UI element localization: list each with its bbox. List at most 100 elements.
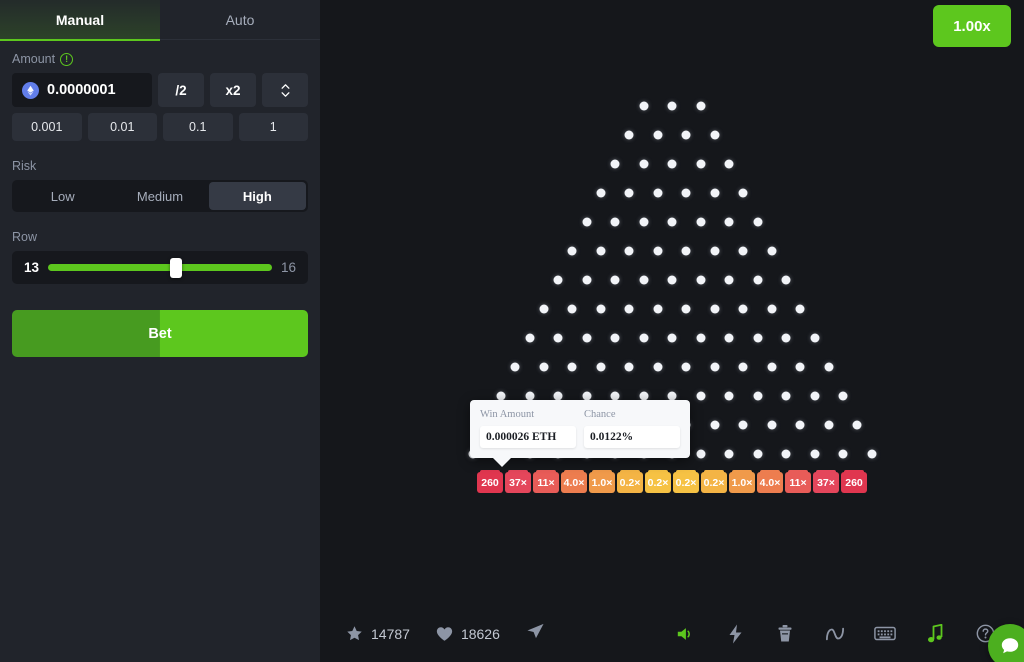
- peg: [795, 304, 805, 314]
- likes-stat[interactable]: 18626: [436, 626, 500, 642]
- peg: [553, 275, 563, 285]
- row-slider-handle[interactable]: [169, 257, 182, 278]
- amount-double-button[interactable]: x2: [210, 73, 256, 107]
- chat-bubble-icon[interactable]: [988, 624, 1024, 662]
- multiplier-bucket[interactable]: 37×: [813, 470, 839, 493]
- peg: [696, 275, 705, 285]
- plinko-board[interactable]: [320, 0, 1024, 608]
- peg: [596, 246, 606, 256]
- peg: [610, 275, 620, 285]
- risk-option-low[interactable]: Low: [14, 182, 111, 210]
- chevron-up-icon: [280, 83, 289, 89]
- peg: [624, 362, 634, 372]
- peg: [567, 246, 577, 256]
- multiplier-bucket[interactable]: 11×: [533, 470, 559, 493]
- sound-icon[interactable]: [660, 614, 710, 654]
- peg: [753, 275, 762, 285]
- multiplier-bucket[interactable]: 1.0×: [589, 470, 615, 493]
- peg: [781, 391, 791, 401]
- peg: [710, 420, 720, 430]
- amount-halve-button[interactable]: /2: [158, 73, 204, 107]
- peg: [810, 391, 819, 401]
- multiplier-bucket[interactable]: 0.2×: [645, 470, 671, 493]
- peg: [582, 275, 591, 285]
- favorites-stat[interactable]: 14787: [346, 625, 410, 642]
- quick-amount-0[interactable]: 0.001: [12, 113, 82, 141]
- peg: [781, 333, 791, 343]
- trash-icon[interactable]: [760, 614, 810, 654]
- peg: [767, 362, 777, 372]
- peg: [510, 362, 520, 372]
- risk-option-medium[interactable]: Medium: [111, 182, 208, 210]
- multiplier-bucket[interactable]: 11×: [785, 470, 811, 493]
- keyboard-icon[interactable]: [860, 614, 910, 654]
- peg: [596, 362, 606, 372]
- peg: [567, 362, 577, 372]
- peg: [681, 188, 691, 198]
- multiplier-bucket[interactable]: 260: [841, 470, 867, 493]
- tab-auto[interactable]: Auto: [160, 0, 320, 40]
- row-slider-box: 13 16: [12, 251, 308, 284]
- tooltip-chance-value: 0.0122%: [584, 426, 680, 448]
- peg: [696, 449, 705, 459]
- multiplier-bucket[interactable]: 37×: [505, 470, 531, 493]
- quick-amount-3[interactable]: 1: [238, 113, 308, 141]
- peg: [724, 217, 734, 227]
- peg: [582, 333, 591, 343]
- peg: [639, 217, 648, 227]
- peg: [596, 304, 606, 314]
- peg: [710, 130, 720, 140]
- amount-input[interactable]: 0.0000001: [12, 73, 152, 107]
- risk-option-high[interactable]: High: [208, 182, 306, 210]
- multiplier-bucket[interactable]: 0.2×: [617, 470, 643, 493]
- multiplier-bucket[interactable]: 260: [477, 470, 503, 493]
- peg: [781, 449, 791, 459]
- quick-amount-1[interactable]: 0.01: [87, 113, 157, 141]
- peg: [738, 362, 748, 372]
- peg: [525, 333, 534, 343]
- peg: [539, 362, 549, 372]
- multiplier-bucket[interactable]: 1.0×: [729, 470, 755, 493]
- multiplier-bucket[interactable]: 4.0×: [757, 470, 783, 493]
- risk-label: Risk: [12, 159, 37, 173]
- payout-tooltip: Win Amount 0.000026 ETH Chance 0.0122%: [470, 400, 690, 467]
- peg: [795, 420, 805, 430]
- row-slider[interactable]: [48, 257, 272, 278]
- risk-selector: Low Medium High: [12, 180, 308, 212]
- fairness-icon[interactable]: [810, 614, 860, 654]
- amount-label-row: Amount !: [12, 52, 308, 66]
- peg: [724, 449, 734, 459]
- multiplier-bucket[interactable]: 4.0×: [561, 470, 587, 493]
- peg: [639, 159, 648, 169]
- peg: [753, 217, 762, 227]
- favorites-count: 14787: [371, 625, 410, 642]
- tooltip-arrow: [492, 457, 512, 467]
- amount-value: 0.0000001: [47, 82, 116, 98]
- multiplier-buckets: 260 37× 11× 4.0× 1.0× 0.2× 0.2× 0.2× 0.2× 1.0× 4.0…: [477, 470, 867, 493]
- peg: [596, 188, 606, 198]
- peg: [610, 159, 620, 169]
- amount-stepper[interactable]: [262, 73, 308, 107]
- tooltip-chance-column: Chance 0.0122%: [584, 409, 680, 448]
- quick-amount-2[interactable]: 0.1: [163, 113, 233, 141]
- tooltip-win-column: Win Amount 0.000026 ETH: [480, 409, 576, 448]
- amount-controls: 0.0000001 /2 x2: [12, 73, 308, 107]
- peg: [667, 217, 677, 227]
- peg: [838, 449, 848, 459]
- tab-manual[interactable]: Manual: [0, 0, 160, 41]
- info-circle-icon[interactable]: !: [60, 52, 74, 66]
- peg: [724, 391, 734, 401]
- peg: [624, 246, 634, 256]
- bet-button[interactable]: Bet: [12, 310, 308, 357]
- multiplier-bucket[interactable]: 0.2×: [673, 470, 699, 493]
- music-icon[interactable]: [910, 614, 960, 654]
- send-icon[interactable]: [526, 622, 545, 645]
- mode-tabs: Manual Auto: [0, 0, 320, 41]
- peg: [767, 304, 777, 314]
- peg: [681, 362, 691, 372]
- multiplier-bucket[interactable]: 0.2×: [701, 470, 727, 493]
- peg: [653, 304, 663, 314]
- peg: [724, 159, 734, 169]
- lightning-icon[interactable]: [710, 614, 760, 654]
- peg: [624, 188, 634, 198]
